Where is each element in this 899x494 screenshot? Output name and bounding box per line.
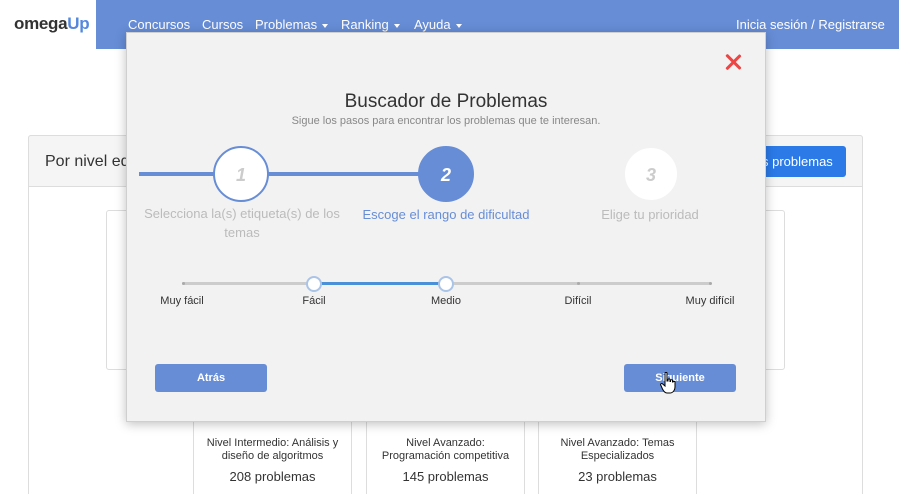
- step-1-circle[interactable]: 1: [213, 146, 269, 202]
- level-name: Nivel Intermedio: Análisis y diseño de a…: [206, 437, 339, 462]
- level-card-specialized[interactable]: Nivel Avanzado: Temas Especializados 23 …: [538, 414, 697, 494]
- nav-ranking-label: Ranking: [341, 17, 389, 32]
- level-card-advanced[interactable]: Nivel Avanzado: Programación competitiva…: [366, 414, 525, 494]
- step-3-circle[interactable]: 3: [623, 146, 679, 202]
- slider-handle-max[interactable]: [438, 276, 454, 292]
- login-link[interactable]: Inicia sesión / Registrarse: [736, 17, 885, 32]
- level-name: Nivel Avanzado: Programación competitiva: [381, 437, 510, 462]
- slider-mark-label: Muy difícil: [685, 295, 735, 307]
- nav-problemas[interactable]: Problemas: [255, 17, 329, 32]
- stepper-progress-line: [139, 172, 419, 176]
- level-problem-count: 208 problemas: [229, 469, 316, 484]
- level-problem-count: 23 problemas: [578, 469, 657, 484]
- nav-ranking[interactable]: Ranking: [341, 17, 400, 32]
- slider-dot: [182, 282, 185, 285]
- difficulty-slider-selected-range: [314, 282, 446, 285]
- slider-dot: [577, 282, 580, 285]
- slider-mark-label: Difícil: [564, 295, 592, 307]
- slider-dot: [709, 282, 712, 285]
- logo-container[interactable]: omegaUp: [0, 0, 96, 49]
- modal-title: Buscador de Problemas: [344, 91, 548, 112]
- slider-mark-label: Muy fácil: [160, 295, 204, 307]
- level-card-intermediate[interactable]: Nivel Intermedio: Análisis y diseño de a…: [193, 414, 352, 494]
- step-3-label: Elige tu prioridad: [601, 207, 699, 222]
- back-button[interactable]: Atrás: [155, 364, 267, 392]
- close-icon[interactable]: [723, 52, 743, 72]
- problem-finder-modal: Buscador de Problemas Sigue los pasos pa…: [126, 32, 766, 422]
- nav-ayuda[interactable]: Ayuda: [414, 17, 462, 32]
- nav-ayuda-label: Ayuda: [414, 17, 451, 32]
- nav-cursos[interactable]: Cursos: [202, 17, 243, 32]
- card-title: Por nivel ed: [45, 153, 130, 170]
- level-name: Nivel Avanzado: Temas Especializados: [560, 437, 675, 462]
- slider-mark-label: Fácil: [302, 295, 326, 307]
- chevron-down-icon: [393, 23, 400, 28]
- omegaup-logo[interactable]: omegaUp: [14, 14, 90, 34]
- modal-subtitle: Sigue los pasos para encontrar los probl…: [291, 115, 601, 127]
- nav-concursos[interactable]: Concursos: [128, 17, 190, 32]
- nav-problemas-label: Problemas: [255, 17, 318, 32]
- level-problem-count: 145 problemas: [402, 469, 489, 484]
- hand-cursor-icon: [660, 372, 676, 394]
- slider-handle-min[interactable]: [306, 276, 322, 292]
- chevron-down-icon: [455, 23, 462, 28]
- next-button[interactable]: Siguiente: [624, 364, 736, 392]
- chevron-down-icon: [322, 23, 329, 28]
- step-2-circle[interactable]: 2: [418, 146, 474, 202]
- slider-mark-label: Medio: [431, 295, 461, 307]
